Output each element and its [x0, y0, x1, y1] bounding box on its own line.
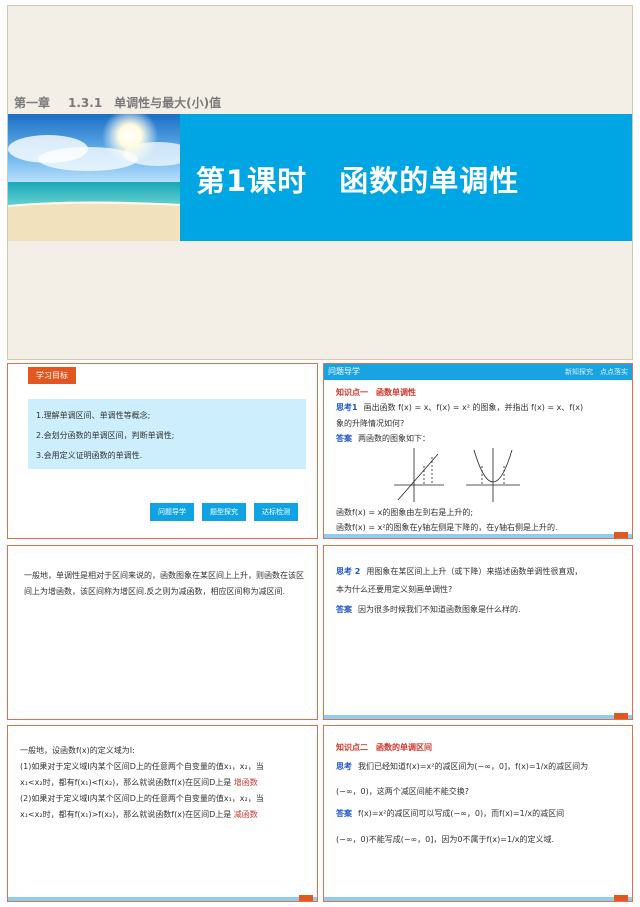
think2-slide: 思考 2 用图象在某区间上上升（或下降）来描述函数单调性很直观， 本为什么还要用定… — [323, 545, 633, 720]
goals-slide: 学习目标 1.理解单调区间、单调性等概念; 2.会划分函数的单调区间，判断单调性… — [7, 363, 318, 539]
test-button[interactable]: 达标检测 — [254, 503, 298, 521]
think-text-cont: 象的升降情况如何? — [336, 419, 405, 428]
think2-line: 思考 2 用图象在某区间上上升（或下降）来描述函数单调性很直观， — [336, 564, 582, 580]
intervals-slide: 知识点二 函数的单调区间 思考 我们已经知道f(x)=x²的减区间为(−∞，0]，… — [323, 725, 633, 902]
explanation-slide: 一般地，单调性是相对于区间来说的，函数图象在某区间上上升，则函数在该区间上为增函… — [7, 545, 318, 720]
answer-tag: 答案 — [336, 434, 352, 443]
answer-text: 两函数的图象如下： — [358, 434, 430, 443]
def-line-2: (1)如果对于定义域I内某个区间D上的任意两个自变量的值x₁，x₂，当 — [20, 762, 264, 771]
answer3-tag: 答案 — [336, 809, 352, 818]
section-label: 1.3.1 单调性与最大(小)值 — [68, 96, 222, 110]
answer-line-1: 函数f(x) = x的图象由左到右是上升的; — [336, 508, 474, 517]
answer-line-2: 函数f(x) = x²的图象在y轴左侧是下降的，在y轴右侧是上升的. — [336, 523, 558, 532]
think3-line: 思考 我们已经知道f(x)=x²的减区间为(−∞，0]，f(x)=1/x的减区间为 — [336, 759, 588, 775]
lesson-topic: 函数的单调性 — [339, 164, 520, 198]
definition-slide: 一般地，设函数f(x)的定义域为I: (1)如果对于定义域I内某个区间D上的任意… — [7, 725, 318, 902]
answer-decreasing: 减函数 — [233, 810, 258, 819]
think-tag: 思考1 — [336, 403, 358, 412]
chapter-label: 第一章 — [14, 96, 51, 110]
answer-line: 答案 两函数的图象如下： — [336, 433, 430, 444]
goal-item: 3.会用定义证明函数的单调性. — [36, 451, 143, 460]
def-line-5-text: x₁<x₂时，都有f(x₁)>f(x₂)，那么就说函数f(x)在区间D上是 — [20, 810, 232, 819]
def-line-5: x₁<x₂时，都有f(x₁)>f(x₂)，那么就说函数f(x)在区间D上是 减函… — [20, 807, 258, 823]
think-line: 思考1 画出函数 f(x) = x、f(x) = x² 的图象，并指出 f(x) … — [336, 402, 583, 413]
answer2-text: 因为很多时候我们不知道函数图象是什么样的. — [358, 605, 521, 614]
header-title: 问题导学 — [328, 367, 360, 376]
def-line-3: x₁<x₂时，都有f(x₁)<f(x₂)，那么就说函数f(x)在区间D上是 增函… — [20, 775, 258, 791]
lesson-number: 第1课时 — [196, 164, 308, 198]
slide-footer-bar — [324, 532, 632, 538]
answer3-text: f(x)=x²的减区间可以写成(−∞，0)，而f(x)=1/x的减区间 — [358, 809, 565, 818]
slide-footer-bar — [8, 895, 317, 901]
title-slide: 第一章 1.3.1 单调性与最大(小)值 第1课时 函数的单调性 — [7, 5, 633, 360]
think-text: 画出函数 f(x) = x、f(x) = x² 的图象，并指出 f(x) = x… — [363, 403, 584, 412]
function-graphs — [394, 448, 520, 502]
goals-box: 1.理解单调区间、单调性等概念; 2.会划分函数的单调区间，判断单调性; 3.会… — [28, 399, 306, 469]
def-line-4: (2)如果对于定义域I内某个区间D上的任意两个自变量的值x₁，x₂，当 — [20, 794, 264, 803]
def-line-3-text: x₁<x₂时，都有f(x₁)<f(x₂)，那么就说函数f(x)在区间D上是 — [20, 778, 232, 787]
explanation-text: 一般地，单调性是相对于区间来说的，函数图象在某区间上上升，则函数在该区间上为增函… — [24, 571, 304, 596]
section-buttons: 问题导学 题型探究 达标检测 — [150, 499, 306, 521]
answer-increasing: 增函数 — [233, 778, 258, 787]
graph-linear — [394, 448, 444, 502]
title-banner: 第1课时 函数的单调性 — [8, 114, 632, 241]
goal-item: 2.会划分函数的单调区间，判断单调性; — [36, 431, 175, 440]
answer3-line: 答案 f(x)=x²的减区间可以写成(−∞，0)，而f(x)=1/x的减区间 — [336, 806, 564, 822]
answer2-tag: 答案 — [336, 605, 352, 614]
chapter-heading: 第一章 1.3.1 单调性与最大(小)值 — [14, 94, 239, 111]
slide-header: 问题导学 新知探究 点点落实 — [324, 364, 632, 380]
answer2-line: 答案 因为很多时候我们不知道函数图象是什么样的. — [336, 602, 521, 618]
header-subtitle: 新知探究 点点落实 — [565, 368, 628, 376]
goal-item: 1.理解单调区间、单调性等概念; — [36, 411, 151, 420]
slide-footer-bar — [324, 713, 632, 719]
knowledge-point-title: 知识点一 函数单调性 — [336, 388, 416, 397]
lesson-title: 第1课时 函数的单调性 — [196, 158, 519, 200]
think3-text-cont: (−∞，0)，这两个减区间能不能交换? — [336, 787, 469, 796]
knowledge-point-2-title: 知识点二 函数的单调区间 — [336, 743, 432, 752]
answer3-text-cont: (−∞，0)不能写成(−∞，0]，因为0不属于f(x)=1/x的定义域. — [336, 835, 555, 844]
graph-quadratic — [466, 448, 520, 502]
def-line-1: 一般地，设函数f(x)的定义域为I: — [20, 746, 135, 755]
think2-tag: 思考 2 — [336, 567, 361, 576]
guide-button[interactable]: 问题导学 — [150, 503, 194, 521]
think2-text: 用图象在某区间上上升（或下降）来描述函数单调性很直观， — [366, 567, 583, 576]
beach-image — [8, 114, 180, 241]
slide-footer-bar — [324, 895, 632, 901]
think2-text-cont: 本为什么还要用定义刻画单调性? — [336, 585, 453, 594]
explore-button[interactable]: 题型探究 — [202, 503, 246, 521]
goals-tag: 学习目标 — [28, 367, 76, 384]
think3-text: 我们已经知道f(x)=x²的减区间为(−∞，0]，f(x)=1/x的减区间为 — [358, 762, 589, 771]
guide-slide: 问题导学 新知探究 点点落实 知识点一 函数单调性 思考1 画出函数 f(x) =… — [323, 363, 633, 539]
think3-tag: 思考 — [336, 762, 352, 771]
